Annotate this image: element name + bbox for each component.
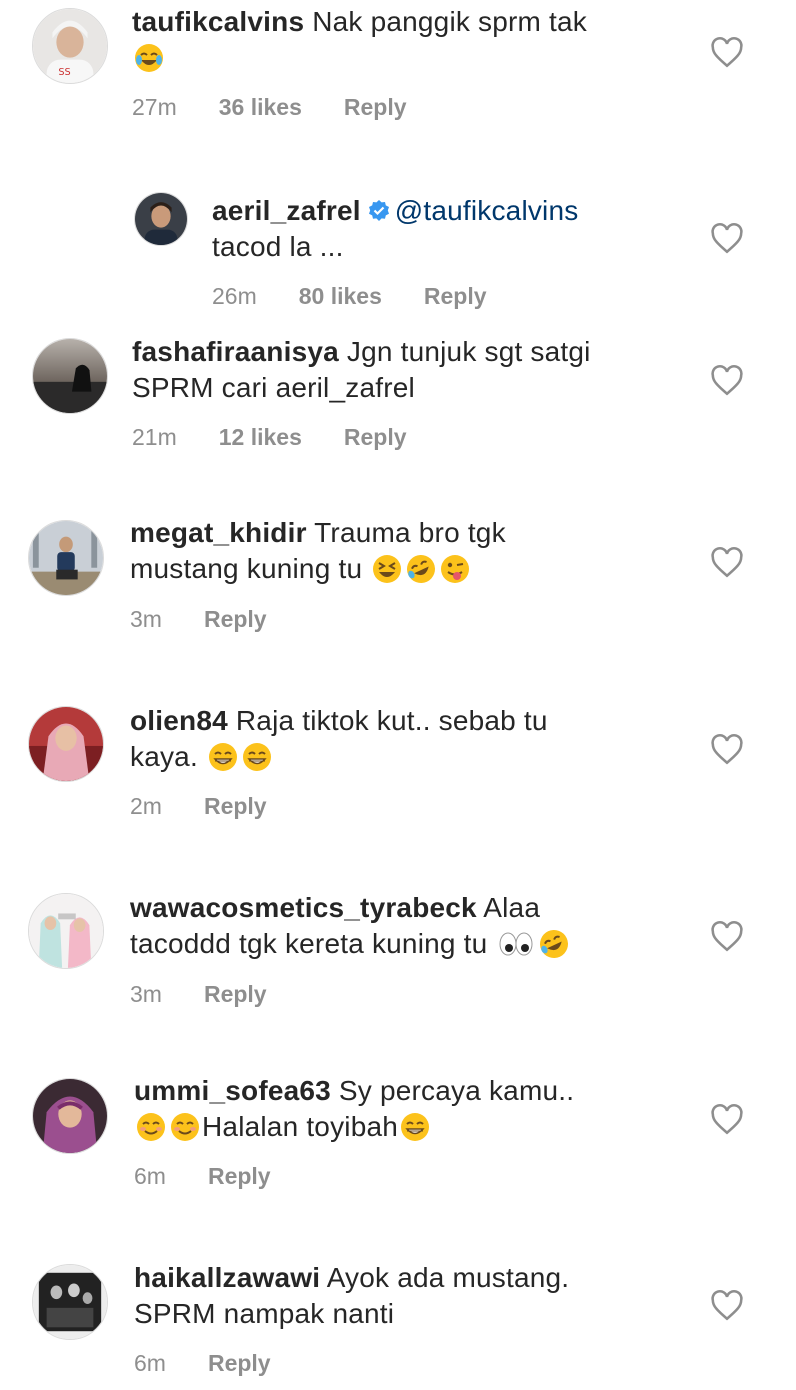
comment-meta: 26m 80 likes Reply bbox=[212, 283, 529, 310]
grin-emoji-icon bbox=[208, 742, 238, 772]
comment-body: Trauma bro tgk bbox=[314, 517, 506, 548]
heart-outline-icon[interactable] bbox=[710, 1289, 744, 1323]
comment-meta: 21m 12 likes Reply bbox=[132, 424, 449, 451]
comment-meta: 2m Reply bbox=[130, 793, 309, 820]
comment-body-line2: SPRM cari aeril_zafrel bbox=[132, 372, 415, 403]
comment-body: Sy percaya kamu.. bbox=[338, 1075, 575, 1106]
comment-text: taufikcalvins Nak panggik sprm tak bbox=[132, 4, 587, 76]
comment-body: Alaa bbox=[483, 892, 541, 923]
comment-meta: 27m 36 likes Reply bbox=[132, 94, 449, 121]
heart-outline-icon[interactable] bbox=[710, 222, 744, 256]
comment-time: 21m bbox=[132, 424, 177, 450]
comment-text: fashafiraanisya Jgn tunjuk sgt satgi SPR… bbox=[132, 334, 591, 406]
comment-text: wawacosmetics_tyrabeck Alaa tacoddd tgk … bbox=[130, 890, 571, 962]
comment-body: Ayok ada mustang. bbox=[326, 1262, 570, 1293]
comment-meta: 3m Reply bbox=[130, 606, 309, 633]
comment-username[interactable]: olien84 bbox=[130, 705, 228, 736]
reply-button[interactable]: Reply bbox=[344, 424, 407, 451]
comment-time: 3m bbox=[130, 981, 162, 1007]
likes-count[interactable]: 36 likes bbox=[219, 94, 302, 121]
rofl-emoji-icon bbox=[406, 554, 436, 584]
comment-time: 6m bbox=[134, 1163, 166, 1189]
comment-body: Raja tiktok kut.. sebab tu bbox=[235, 705, 548, 736]
comment-time: 6m bbox=[134, 1350, 166, 1376]
avatar[interactable] bbox=[28, 706, 104, 782]
likes-count[interactable]: 80 likes bbox=[299, 283, 382, 310]
comment-username[interactable]: fashafiraanisya bbox=[132, 336, 339, 367]
comment-time: 27m bbox=[132, 94, 177, 120]
wink-tongue-emoji-icon bbox=[440, 554, 470, 584]
comment-username[interactable]: taufikcalvins bbox=[132, 6, 304, 37]
avatar[interactable] bbox=[28, 520, 104, 596]
grin-emoji-icon bbox=[400, 1112, 430, 1142]
heart-outline-icon[interactable] bbox=[710, 733, 744, 767]
comment-body-line2: mustang kuning tu bbox=[130, 553, 363, 584]
comment-text: aeril_zafrel @taufikcalvins tacod la ... bbox=[212, 193, 578, 265]
comment-body-line2: tacoddd tgk kereta kuning tu bbox=[130, 928, 488, 959]
comment-body: Nak panggik sprm tak bbox=[312, 6, 588, 37]
avatar[interactable]: SS bbox=[32, 8, 108, 84]
comment-meta: 3m Reply bbox=[130, 981, 309, 1008]
reply-button[interactable]: Reply bbox=[344, 94, 407, 121]
comment-username[interactable]: wawacosmetics_tyrabeck bbox=[130, 892, 477, 923]
comment-username[interactable]: megat_khidir bbox=[130, 517, 307, 548]
heart-outline-icon[interactable] bbox=[710, 920, 744, 954]
comment-meta: 6m Reply bbox=[134, 1163, 313, 1190]
mention-link[interactable]: @taufikcalvins bbox=[395, 195, 579, 226]
heart-outline-icon[interactable] bbox=[710, 364, 744, 398]
comment-body-line2: SPRM nampak nanti bbox=[134, 1298, 395, 1329]
smile-emoji-icon bbox=[136, 1112, 166, 1142]
joy-emoji-icon bbox=[134, 43, 164, 73]
comment-body: tacod la ... bbox=[212, 231, 344, 262]
comment-meta: 6m Reply bbox=[134, 1350, 313, 1377]
avatar[interactable] bbox=[134, 192, 188, 246]
reply-button[interactable]: Reply bbox=[204, 793, 267, 820]
comment-username[interactable]: haikallzawawi bbox=[134, 1262, 320, 1293]
reply-button[interactable]: Reply bbox=[424, 283, 487, 310]
comment-username[interactable]: ummi_sofea63 bbox=[134, 1075, 331, 1106]
smile-emoji-icon bbox=[170, 1112, 200, 1142]
comment-text: megat_khidir Trauma bro tgk mustang kuni… bbox=[130, 515, 506, 587]
heart-outline-icon[interactable] bbox=[710, 546, 744, 580]
comment-body: Jgn tunjuk sgt satgi bbox=[346, 336, 591, 367]
reply-button[interactable]: Reply bbox=[204, 606, 267, 633]
rofl-emoji-icon bbox=[539, 929, 569, 959]
comment-body-line2: kaya. bbox=[130, 741, 198, 772]
verified-badge-icon bbox=[367, 199, 391, 223]
avatar[interactable] bbox=[28, 893, 104, 969]
comment-username[interactable]: aeril_zafrel bbox=[212, 195, 361, 226]
heart-outline-icon[interactable] bbox=[710, 1103, 744, 1137]
comment-time: 3m bbox=[130, 606, 162, 632]
comment-time: 2m bbox=[130, 793, 162, 819]
comment-time: 26m bbox=[212, 283, 257, 309]
reply-button[interactable]: Reply bbox=[208, 1350, 271, 1377]
comment-text: ummi_sofea63 Sy percaya kamu.. Halalan t… bbox=[134, 1073, 574, 1145]
avatar[interactable] bbox=[32, 338, 108, 414]
eyes-emoji-icon bbox=[497, 929, 535, 959]
avatar[interactable] bbox=[32, 1264, 108, 1340]
reply-button[interactable]: Reply bbox=[208, 1163, 271, 1190]
reply-button[interactable]: Reply bbox=[204, 981, 267, 1008]
likes-count[interactable]: 12 likes bbox=[219, 424, 302, 451]
laughing-emoji-icon bbox=[372, 554, 402, 584]
svg-text:SS: SS bbox=[58, 67, 70, 78]
grin-emoji-icon bbox=[242, 742, 272, 772]
avatar[interactable] bbox=[32, 1078, 108, 1154]
heart-outline-icon[interactable] bbox=[710, 36, 744, 70]
comment-text: olien84 Raja tiktok kut.. sebab tu kaya. bbox=[130, 703, 548, 775]
comment-body-line2: Halalan toyibah bbox=[202, 1111, 399, 1142]
comment-text: haikallzawawi Ayok ada mustang. SPRM nam… bbox=[134, 1260, 569, 1332]
